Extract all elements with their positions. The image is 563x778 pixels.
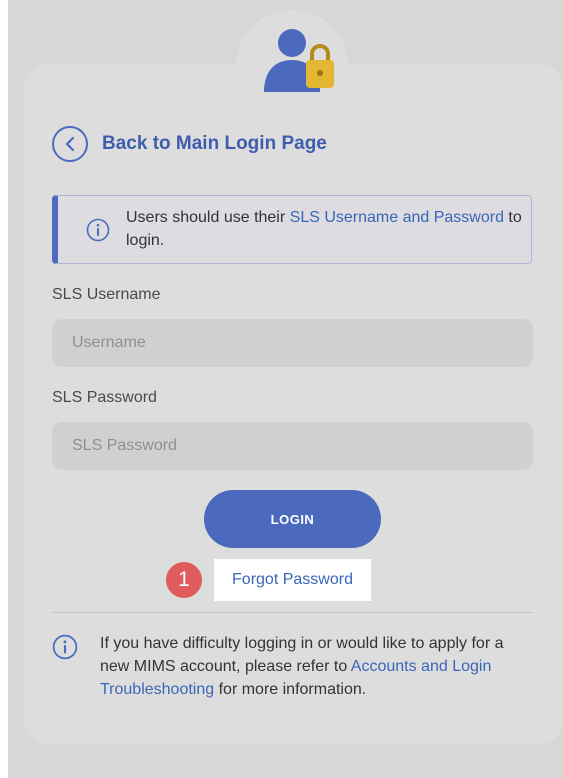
notice-prefix: Users should use their bbox=[126, 209, 290, 226]
login-button[interactable]: LOGIN bbox=[204, 490, 381, 548]
help-suffix: for more information. bbox=[214, 681, 367, 698]
username-input[interactable] bbox=[52, 319, 533, 367]
back-link-label: Back to Main Login Page bbox=[102, 133, 327, 154]
password-label: SLS Password bbox=[52, 389, 157, 406]
user-lock-icon bbox=[264, 29, 334, 92]
divider bbox=[52, 612, 533, 613]
info-notice: Users should use their SLS Username and … bbox=[52, 195, 532, 264]
username-label: SLS Username bbox=[52, 286, 161, 303]
notice-text: Users should use their SLS Username and … bbox=[126, 206, 526, 252]
sls-credentials-link[interactable]: SLS Username and Password bbox=[290, 209, 504, 226]
forgot-password-link[interactable]: Forgot Password bbox=[232, 571, 353, 589]
step-badge: 1 bbox=[166, 562, 202, 598]
forgot-password-highlight: Forgot Password bbox=[214, 559, 371, 601]
chevron-left-icon bbox=[65, 136, 75, 152]
back-to-main-login-link[interactable]: Back to Main Login Page bbox=[52, 124, 327, 164]
help-text: If you have difficulty logging in or wou… bbox=[100, 632, 510, 701]
back-circle bbox=[52, 126, 88, 162]
password-input[interactable] bbox=[52, 422, 533, 470]
info-icon bbox=[52, 634, 78, 660]
info-icon bbox=[86, 218, 110, 242]
